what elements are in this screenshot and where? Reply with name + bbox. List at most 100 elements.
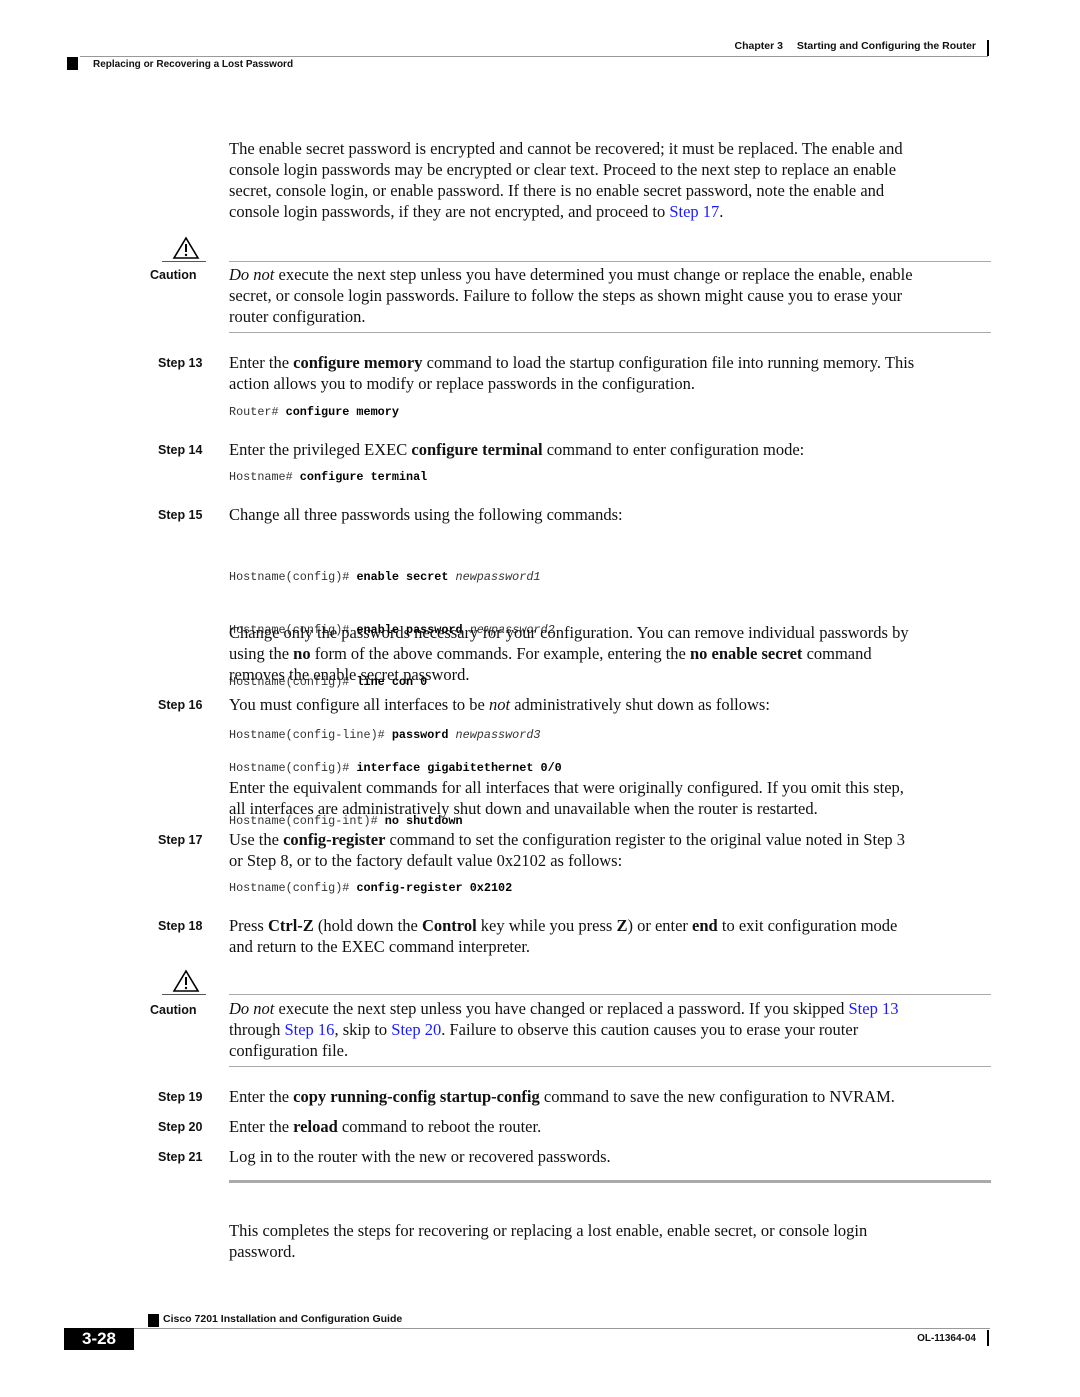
caution-text-line: , skip to bbox=[334, 1020, 392, 1039]
cli-prompt: Hostname# bbox=[229, 470, 300, 484]
step-text: command to load the startup configuratio… bbox=[422, 353, 915, 372]
step-15-note: Change only the passwords necessary for … bbox=[229, 622, 994, 685]
caution-text-line: execute the next step unless you have de… bbox=[274, 265, 913, 284]
step-20-label: Step 20 bbox=[158, 1120, 203, 1134]
closing-paragraph: This completes the steps for recovering … bbox=[229, 1220, 994, 1262]
step-18-label: Step 18 bbox=[158, 919, 203, 933]
footer-rule bbox=[80, 1328, 990, 1329]
chapter-title: Starting and Configuring the Router bbox=[796, 40, 976, 52]
step-text: action allows you to modify or replace p… bbox=[229, 374, 696, 393]
cli-example: Router# configure memory bbox=[229, 404, 399, 422]
step-text: and return to the EXEC command interpret… bbox=[229, 937, 531, 956]
command-name: configure terminal bbox=[411, 440, 543, 459]
caution-text-line: through bbox=[229, 1020, 285, 1039]
step-13-text: Enter the configure memory command to lo… bbox=[229, 352, 994, 394]
link-step-20[interactable]: Step 20 bbox=[391, 1020, 441, 1039]
cli-example: Hostname# configure terminal bbox=[229, 469, 427, 487]
footer-square-marker bbox=[148, 1314, 159, 1327]
caution-text: Do not execute the next step unless you … bbox=[229, 998, 994, 1061]
step-17-text: Use the config-register command to set t… bbox=[229, 829, 994, 871]
step-15-text: Change all three passwords using the fol… bbox=[229, 505, 623, 524]
step-18-text: Press Ctrl-Z (hold down the Control key … bbox=[229, 915, 994, 957]
step-14-label: Step 14 bbox=[158, 443, 203, 457]
caution-emphasis: Do not bbox=[229, 265, 275, 284]
header-square-marker bbox=[67, 57, 78, 70]
note-text: command bbox=[802, 644, 872, 663]
caution-top-rule bbox=[229, 261, 991, 262]
step-14-text: Enter the privileged EXEC configure term… bbox=[229, 439, 994, 460]
page-number: 3-28 bbox=[64, 1328, 134, 1350]
key-name: Z bbox=[616, 916, 628, 935]
cli-command: config-register 0x2102 bbox=[356, 881, 513, 895]
step-text: Enter the privileged EXEC bbox=[229, 440, 412, 459]
link-step-17[interactable]: Step 17 bbox=[669, 202, 719, 221]
link-step-13[interactable]: Step 13 bbox=[848, 999, 898, 1018]
caution-warning-icon bbox=[172, 236, 200, 259]
caution-bottom-rule bbox=[229, 1066, 991, 1067]
command-name: configure memory bbox=[293, 353, 423, 372]
caution-text-line: . Failure to observe this caution causes… bbox=[441, 1020, 859, 1039]
step-19-label: Step 19 bbox=[158, 1090, 203, 1104]
caution-label: Caution bbox=[150, 1003, 197, 1017]
command-name: end bbox=[692, 916, 718, 935]
intro-line: secret, console login, or enable passwor… bbox=[229, 181, 885, 200]
footer-vertical-bar bbox=[987, 1330, 989, 1346]
intro-line: console login passwords may be encrypted… bbox=[229, 160, 897, 179]
caution-text-line: router configuration. bbox=[229, 307, 366, 326]
caution-label: Caution bbox=[150, 268, 197, 282]
intro-line: console login passwords, if they are not… bbox=[229, 201, 994, 222]
running-header-chapter: Chapter 3 Starting and Configuring the Ro… bbox=[600, 40, 976, 52]
note-line: Enter the equivalent commands for all in… bbox=[229, 778, 904, 797]
intro-paragraph: The enable secret password is encrypted … bbox=[229, 138, 994, 222]
command-name: reload bbox=[293, 1117, 338, 1136]
header-vertical-bar bbox=[987, 40, 989, 56]
cli-prompt: Hostname(config)# bbox=[229, 761, 357, 775]
cli-argument: newpassword1 bbox=[448, 570, 541, 584]
step-text: to exit configuration mode bbox=[717, 916, 898, 935]
cli-command: configure terminal bbox=[299, 470, 428, 484]
step-16-label: Step 16 bbox=[158, 698, 203, 712]
step-16-text: You must configure all interfaces to be … bbox=[229, 694, 994, 715]
cli-prompt: Hostname(config)# bbox=[229, 570, 357, 584]
step-15-label: Step 15 bbox=[158, 508, 203, 522]
step-text: command to save the new configuration to… bbox=[539, 1087, 895, 1106]
step-text: Press bbox=[229, 916, 268, 935]
emphasis: not bbox=[488, 695, 511, 714]
footer-guide-title: Cisco 7201 Installation and Configuratio… bbox=[163, 1313, 403, 1325]
step-20-text: Enter the reload command to reboot the r… bbox=[229, 1116, 994, 1137]
step-text: ) or enter bbox=[627, 916, 693, 935]
step-text: administratively shut down as follows: bbox=[510, 695, 770, 714]
cli-command: interface gigabitethernet 0/0 bbox=[356, 761, 562, 775]
chapter-label: Chapter 3 bbox=[734, 40, 783, 52]
step-19-text: Enter the copy running-config startup-co… bbox=[229, 1086, 994, 1107]
caution-bottom-rule bbox=[229, 332, 991, 333]
step-text: Enter the bbox=[229, 1117, 294, 1136]
cli-command: configure memory bbox=[285, 405, 399, 419]
step-text: command to set the configuration registe… bbox=[385, 830, 906, 849]
cli-line: Hostname(config)# interface gigabitether… bbox=[229, 760, 562, 778]
note-line: Change only the passwords necessary for … bbox=[229, 623, 909, 642]
step-text: Enter the bbox=[229, 353, 294, 372]
command-name: no bbox=[293, 644, 311, 663]
intro-line: The enable secret password is encrypted … bbox=[229, 139, 903, 158]
step-text: (hold down the bbox=[313, 916, 422, 935]
caution-icon-rule bbox=[162, 994, 206, 995]
command-name: config-register bbox=[283, 830, 386, 849]
caution-warning-icon bbox=[172, 969, 200, 992]
link-step-16[interactable]: Step 16 bbox=[284, 1020, 334, 1039]
intro-text: console login passwords, if they are not… bbox=[229, 202, 670, 221]
note-line: removes the enable secret password. bbox=[229, 665, 470, 684]
step-13-label: Step 13 bbox=[158, 356, 203, 370]
key-name: Ctrl-Z bbox=[267, 916, 314, 935]
closing-line: This completes the steps for recovering … bbox=[229, 1221, 868, 1240]
command-name: no enable secret bbox=[690, 644, 803, 663]
note-line: all interfaces are administratively shut… bbox=[229, 799, 818, 818]
step-text: command to reboot the router. bbox=[337, 1117, 542, 1136]
cli-example: Hostname(config)# config-register 0x2102 bbox=[229, 880, 512, 898]
caution-text-line: configuration file. bbox=[229, 1041, 349, 1060]
caution-top-rule bbox=[229, 994, 991, 995]
key-name: Control bbox=[421, 916, 477, 935]
intro-text: . bbox=[719, 202, 724, 221]
step-text: Use the bbox=[229, 830, 284, 849]
command-name: copy running-config startup-config bbox=[293, 1087, 540, 1106]
